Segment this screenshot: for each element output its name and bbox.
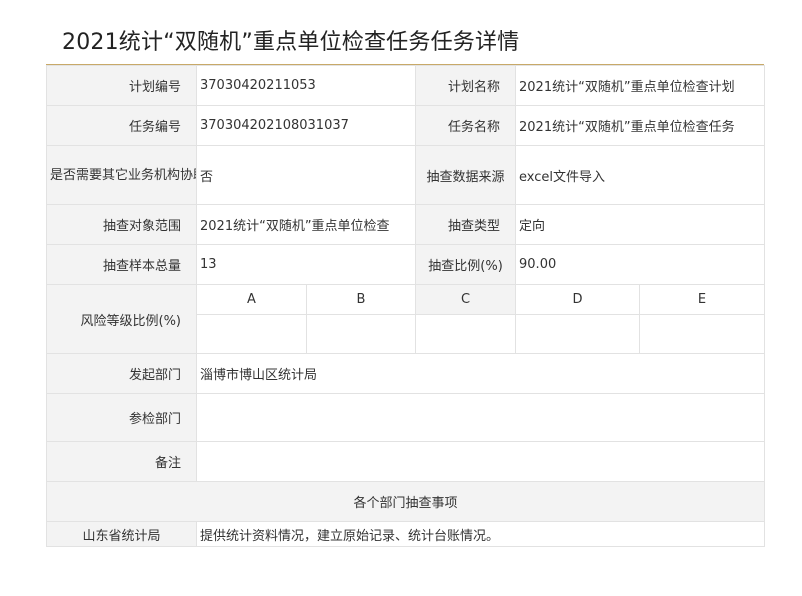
task-no-value: 370304202108031037 — [195, 105, 417, 146]
section-title: 各个部门抽查事项 — [45, 481, 766, 522]
row-plan: 计划编号 37030420211053 计划名称 2021统计“双随机”重点单位… — [46, 65, 766, 106]
risk-value-c — [415, 314, 517, 354]
dept-label: 发起部门 — [46, 353, 197, 394]
row-risk-header: 风险等级比例(%) A B C D E — [46, 284, 766, 354]
assist-label: 是否需要其它业务机构协助 — [46, 145, 197, 205]
dept-value: 淄博市博山区统计局 — [195, 353, 766, 394]
risk-level-d: D — [515, 284, 641, 315]
row-dept: 发起部门 淄博市博山区统计局 — [46, 353, 766, 394]
risk-level-a: A — [196, 284, 307, 315]
risk-value-d — [515, 314, 641, 354]
risk-level-c: C — [415, 284, 517, 315]
remark-value — [195, 441, 766, 482]
join-dept-value — [195, 393, 766, 442]
risk-level-e: E — [639, 284, 766, 315]
risk-value-e — [639, 314, 766, 354]
scope-label: 抽查对象范围 — [46, 204, 197, 245]
scope-value: 2021统计“双随机”重点单位检查 — [195, 204, 417, 245]
ratio-value: 90.00 — [515, 244, 766, 285]
plan-name-label: 计划名称 — [415, 65, 517, 106]
row-join-dept: 参检部门 — [46, 393, 766, 442]
plan-name-value: 2021统计“双随机”重点单位检查计划 — [515, 65, 766, 106]
row-section-title: 各个部门抽查事项 — [45, 481, 766, 522]
risk-level-b: B — [305, 284, 417, 315]
task-no-label: 任务编号 — [46, 105, 197, 146]
plan-no-value: 37030420211053 — [195, 65, 417, 106]
task-name-label: 任务名称 — [415, 105, 517, 146]
ratio-label: 抽查比例(%) — [415, 244, 517, 285]
risk-label: 风险等级比例(%) — [46, 284, 197, 354]
risk-value-a — [196, 314, 307, 354]
row-remark: 备注 — [46, 441, 766, 482]
row-assist: 是否需要其它业务机构协助 否 抽查数据来源 excel文件导入 — [46, 145, 766, 205]
task-name-value: 2021统计“双随机”重点单位检查任务 — [515, 105, 766, 146]
sample-value: 13 — [195, 244, 417, 285]
plan-no-label: 计划编号 — [46, 65, 197, 106]
type-value: 定向 — [515, 204, 766, 245]
table-row: 山东省统计局 提供统计资料情况，建立原始记录、统计台账情况。 — [46, 521, 766, 547]
type-label: 抽查类型 — [415, 204, 517, 245]
remark-label: 备注 — [46, 441, 197, 482]
task-detail-table: 计划编号 37030420211053 计划名称 2021统计“双随机”重点单位… — [45, 65, 766, 547]
row-sample: 抽查样本总量 13 抽查比例(%) 90.00 — [46, 244, 766, 285]
source-value: excel文件导入 — [515, 145, 766, 205]
join-dept-label: 参检部门 — [46, 393, 197, 442]
sample-label: 抽查样本总量 — [46, 244, 197, 285]
source-label: 抽查数据来源 — [415, 145, 517, 205]
section-dept: 山东省统计局 — [46, 521, 197, 547]
row-scope: 抽查对象范围 2021统计“双随机”重点单位检查 抽查类型 定向 — [46, 204, 766, 245]
row-task: 任务编号 370304202108031037 任务名称 2021统计“双随机”… — [46, 105, 766, 146]
risk-value-b — [305, 314, 417, 354]
section-item: 提供统计资料情况，建立原始记录、统计台账情况。 — [195, 521, 766, 547]
page-title: 2021统计“双随机”重点单位检查任务任务详情 — [62, 30, 520, 55]
assist-value: 否 — [195, 145, 417, 205]
